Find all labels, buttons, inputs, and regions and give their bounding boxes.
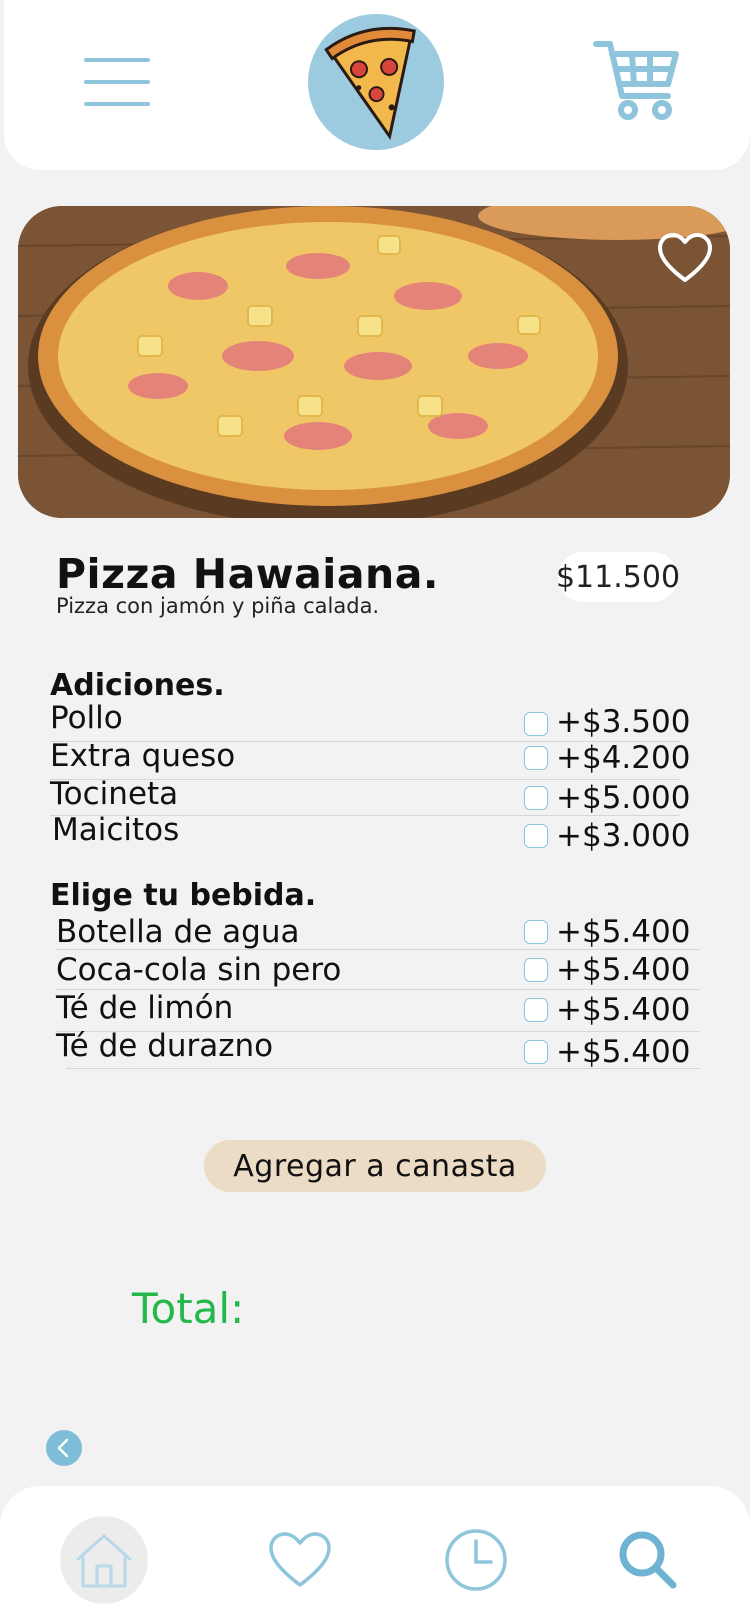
home-icon[interactable] [60, 1516, 148, 1604]
drink-checkbox[interactable] [524, 958, 548, 982]
drink-name: Coca-cola sin pero [56, 952, 342, 988]
addition-price: +$4.200 [556, 740, 691, 776]
heart-icon[interactable] [256, 1516, 344, 1604]
addition-checkbox[interactable] [524, 786, 548, 810]
addition-price: +$3.000 [556, 818, 691, 854]
drinks-title: Elige tu bebida. [50, 878, 317, 913]
pizza-slice-logo[interactable] [308, 14, 444, 150]
addition-name: Maicitos [52, 812, 180, 848]
drink-price: +$5.400 [556, 992, 691, 1028]
divider [66, 1068, 700, 1069]
product-description: Pizza con jamón y piña calada. [56, 594, 380, 618]
drink-name: Té de limón [56, 990, 234, 1026]
addition-name: Extra queso [50, 738, 236, 774]
heart-outline-icon[interactable] [656, 232, 714, 286]
drink-name: Botella de agua [56, 914, 300, 950]
back-arrow-icon[interactable] [46, 1430, 82, 1466]
search-icon[interactable] [604, 1516, 692, 1604]
addition-name: Tocineta [50, 776, 179, 812]
product-name: Pizza Hawaiana. [56, 550, 439, 598]
drink-price: +$5.400 [556, 914, 691, 950]
product-detail-screen: Pizza Hawaiana. Pizza con jamón y piña c… [0, 0, 750, 1624]
drink-price: +$5.400 [556, 952, 691, 988]
pizza-image [18, 206, 730, 518]
total-label: Total: [132, 1284, 245, 1333]
drink-checkbox[interactable] [524, 1040, 548, 1064]
divider [56, 949, 700, 950]
addition-price: +$5.000 [556, 780, 691, 816]
drink-checkbox[interactable] [524, 920, 548, 944]
shopping-cart-icon[interactable] [592, 38, 682, 124]
additions-title: Adiciones. [50, 668, 225, 703]
product-price: $11.500 [556, 552, 680, 602]
drink-name: Té de durazno [56, 1028, 274, 1064]
addition-checkbox[interactable] [524, 824, 548, 848]
addition-checkbox[interactable] [524, 712, 548, 736]
add-to-basket-button[interactable]: Agregar a canasta [204, 1140, 546, 1192]
hamburger-menu-icon[interactable] [84, 58, 150, 106]
addition-checkbox[interactable] [524, 746, 548, 770]
clock-icon[interactable] [432, 1516, 520, 1604]
drink-price: +$5.400 [556, 1034, 691, 1070]
drink-checkbox[interactable] [524, 998, 548, 1022]
addition-name: Pollo [50, 700, 123, 736]
addition-price: +$3.500 [556, 704, 691, 740]
